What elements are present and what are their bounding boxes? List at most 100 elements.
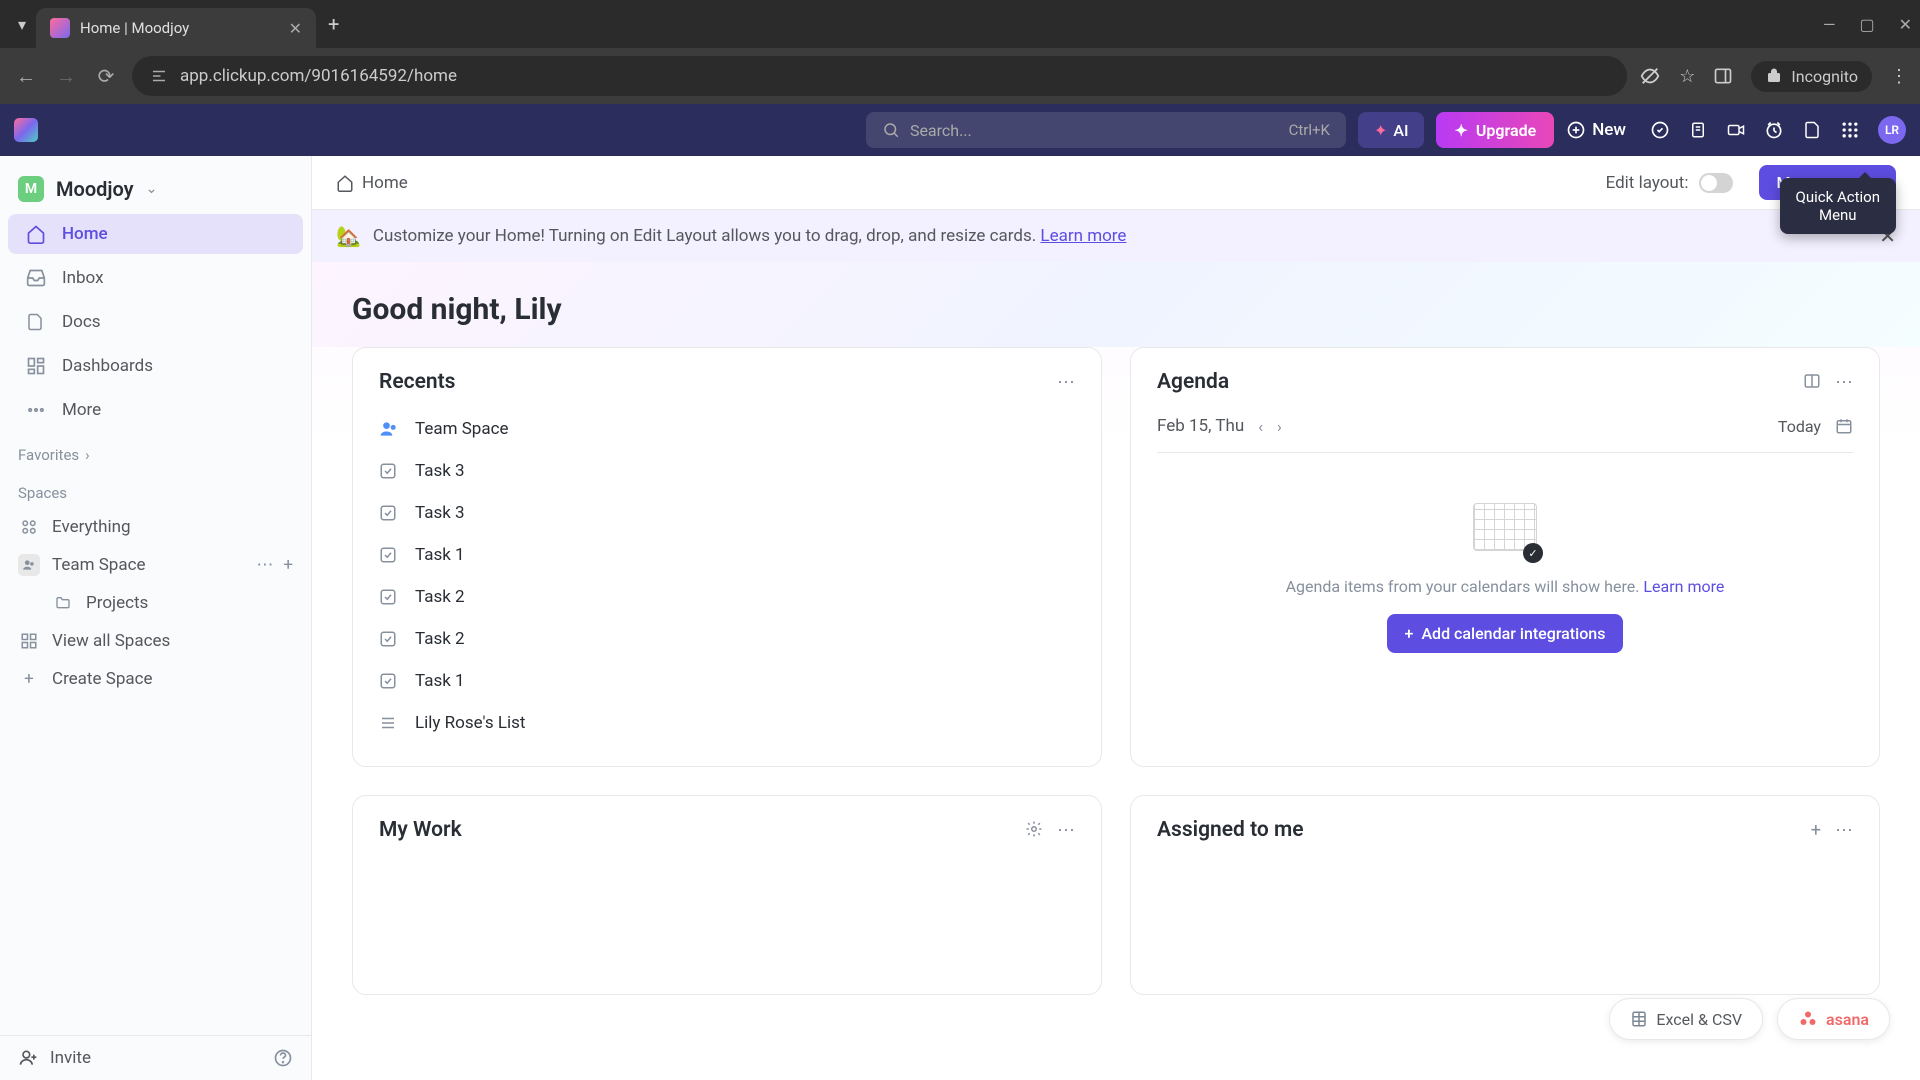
banner-text: Customize your Home! Turning on Edit Lay… (373, 226, 1127, 246)
ai-button[interactable]: ✦ AI (1358, 112, 1425, 148)
favorites-section[interactable]: Favorites › (0, 432, 311, 470)
minimize-icon[interactable]: — (1823, 15, 1836, 34)
info-banner: 🏡 Customize your Home! Turning on Edit L… (312, 210, 1920, 262)
recent-item-task[interactable]: Task 1 (379, 534, 1075, 576)
recent-item-task[interactable]: Task 3 (379, 492, 1075, 534)
task-icon (379, 462, 401, 480)
toggle-switch[interactable] (1699, 173, 1733, 193)
incognito-badge[interactable]: Incognito (1751, 61, 1872, 92)
recent-item-task[interactable]: Task 1 (379, 660, 1075, 702)
back-icon[interactable]: ← (12, 64, 40, 89)
clickup-logo[interactable] (14, 118, 38, 142)
greeting-area: Good night, Lily (312, 262, 1920, 347)
sidebar-item-view-all-spaces[interactable]: View all Spaces (0, 622, 311, 660)
recent-item-task[interactable]: Task 2 (379, 576, 1075, 618)
sidebar-item-create-space[interactable]: + Create Space (0, 660, 311, 698)
notepad-icon[interactable] (1688, 120, 1708, 140)
sidepanel-icon[interactable] (1713, 66, 1733, 86)
tab-favicon (50, 18, 70, 38)
edit-layout-toggle: Edit layout: (1606, 173, 1733, 193)
plus-icon: + (18, 668, 40, 690)
help-icon[interactable] (273, 1048, 293, 1068)
agenda-date: Feb 15, Thu (1157, 416, 1244, 436)
recent-item-space[interactable]: Team Space (379, 408, 1075, 450)
add-icon[interactable]: + (1811, 820, 1821, 841)
tab-title: Home | Moodjoy (80, 19, 189, 37)
task-tray-icon[interactable] (1650, 120, 1670, 140)
quick-action-tooltip: Quick Action Menu (1780, 178, 1896, 234)
tab-list-dropdown[interactable]: ▾ (8, 10, 36, 38)
asana-button[interactable]: asana (1777, 998, 1890, 1040)
card-menu-icon[interactable]: ⋯ (1835, 372, 1853, 393)
sidebar-item-label: Docs (62, 312, 101, 332)
site-settings-icon[interactable] (150, 67, 168, 85)
invite-button[interactable]: Invite (18, 1048, 91, 1068)
sidebar-item-docs[interactable]: Docs (8, 302, 303, 342)
agenda-empty-text: Agenda items from your calendars will sh… (1286, 577, 1725, 596)
header-icon-group: LR (1650, 116, 1906, 144)
calendar-icon[interactable] (1835, 417, 1853, 435)
search-icon (882, 121, 900, 139)
sidebar-item-inbox[interactable]: Inbox (8, 258, 303, 298)
reload-icon[interactable]: ⟳ (92, 64, 120, 88)
card-menu-icon[interactable]: ⋯ (1835, 820, 1853, 841)
layout-icon[interactable] (1803, 372, 1821, 393)
spaces-section: Spaces (0, 470, 311, 508)
calendar-placeholder-icon: ✓ (1473, 503, 1537, 559)
new-tab-button[interactable]: + (328, 12, 339, 36)
reminder-icon[interactable] (1764, 120, 1784, 140)
user-avatar[interactable]: LR (1878, 116, 1906, 144)
browser-menu-icon[interactable]: ⋮ (1890, 66, 1908, 87)
prev-day-icon[interactable]: ‹ (1258, 417, 1263, 436)
today-button[interactable]: Today (1778, 417, 1821, 436)
card-menu-icon[interactable]: ⋯ (1057, 372, 1075, 393)
recent-item-list[interactable]: Lily Rose's List (379, 702, 1075, 744)
forward-icon[interactable]: → (52, 64, 80, 89)
team-space-icon (379, 419, 401, 439)
new-button[interactable]: New (1566, 120, 1626, 140)
close-window-icon[interactable]: ✕ (1899, 15, 1912, 34)
maximize-icon[interactable]: ▢ (1859, 15, 1874, 34)
sidebar-item-more[interactable]: More (8, 390, 303, 430)
search-input[interactable]: Search... Ctrl+K (866, 112, 1346, 148)
upgrade-button[interactable]: ✦ Upgrade (1436, 112, 1554, 148)
sidebar-item-everything[interactable]: Everything (0, 508, 311, 546)
card-title: Recents (379, 370, 455, 394)
invite-icon (18, 1048, 38, 1068)
sidebar-item-dashboards[interactable]: Dashboards (8, 346, 303, 386)
sidebar-item-projects[interactable]: Projects (0, 584, 311, 622)
sidebar-item-label: More (62, 400, 101, 420)
space-add-icon[interactable]: + (283, 555, 293, 575)
greeting-text: Good night, Lily (352, 292, 1880, 327)
apps-grid-icon[interactable] (1840, 120, 1860, 140)
learn-more-link[interactable]: Learn more (1040, 226, 1126, 246)
docs-icon[interactable] (1802, 120, 1822, 140)
app-header: Search... Ctrl+K ✦ AI ✦ Upgrade New LR (0, 104, 1920, 156)
tracking-icon[interactable] (1639, 65, 1661, 87)
browser-tab[interactable]: Home | Moodjoy ✕ (36, 8, 316, 48)
excel-csv-button[interactable]: Excel & CSV (1609, 998, 1763, 1040)
address-bar[interactable]: app.clickup.com/9016164592/home (132, 56, 1627, 96)
bookmark-icon[interactable]: ☆ (1679, 66, 1695, 87)
space-menu-icon[interactable]: ⋯ (256, 555, 273, 575)
recent-item-task[interactable]: Task 2 (379, 618, 1075, 660)
add-calendar-button[interactable]: + Add calendar integrations (1387, 614, 1624, 653)
sidebar-item-home[interactable]: Home (8, 214, 303, 254)
next-day-icon[interactable]: › (1277, 417, 1282, 436)
card-title: Agenda (1157, 370, 1229, 394)
learn-more-link[interactable]: Learn more (1643, 577, 1724, 596)
record-icon[interactable] (1726, 120, 1746, 140)
sidebar-item-team-space[interactable]: Team Space ⋯ + (0, 546, 311, 584)
url-text: app.clickup.com/9016164592/home (180, 66, 457, 86)
workspace-selector[interactable]: M Moodjoy ⌄ (0, 166, 311, 212)
recent-item-task[interactable]: Task 3 (379, 450, 1075, 492)
chevron-down-icon: ⌄ (146, 181, 158, 197)
card-menu-icon[interactable]: ⋯ (1057, 820, 1075, 841)
breadcrumb[interactable]: Home (336, 173, 408, 193)
task-icon (379, 630, 401, 648)
ai-label: AI (1393, 121, 1408, 140)
more-icon (26, 400, 48, 420)
app-root: Search... Ctrl+K ✦ AI ✦ Upgrade New LR Q… (0, 104, 1920, 1080)
settings-icon[interactable] (1025, 820, 1043, 841)
tab-close-icon[interactable]: ✕ (289, 19, 302, 38)
